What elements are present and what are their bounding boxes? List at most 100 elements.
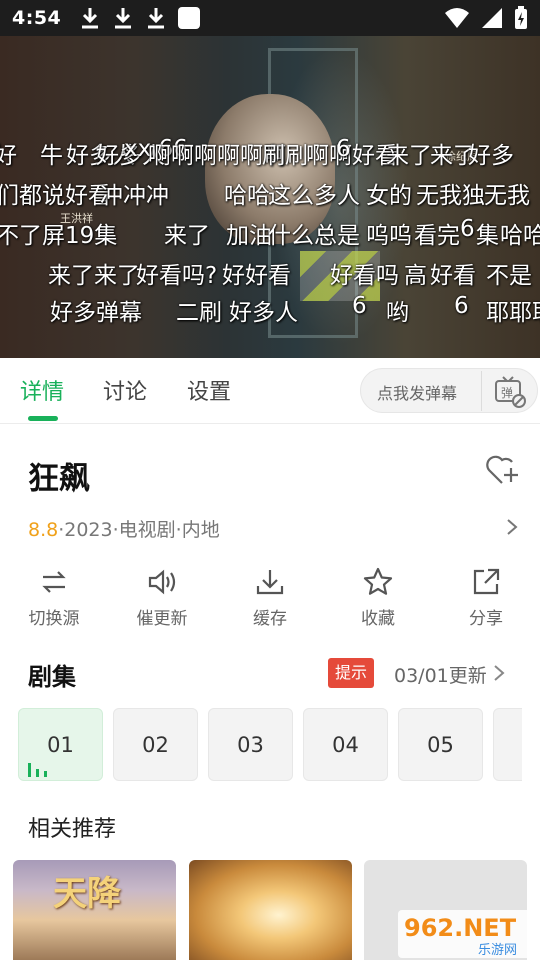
request-update-button[interactable]: 催更新 [122, 562, 202, 629]
episode-item[interactable]: 01 [18, 708, 103, 781]
danmaku-comment: 这么多人 [268, 183, 360, 209]
action-label: 收藏 [361, 609, 395, 629]
danmaku-comment: 无我 [484, 183, 530, 209]
chevron-right-icon[interactable] [492, 663, 506, 683]
danmaku-comment: 好 [0, 143, 17, 169]
danmaku-comment: 们都说好看 [0, 183, 111, 209]
show-score: 8.8 [28, 519, 59, 541]
episode-item[interactable]: 03 [208, 708, 293, 781]
danmaku-comment: 哟 [386, 300, 409, 326]
site-watermark-logo: 962.NET 乐游网 [398, 910, 534, 958]
show-meta[interactable]: 8.8·2023·电视剧·内地 [28, 515, 220, 542]
danmaku-comment: 好看 [430, 263, 476, 289]
status-time: 4:54 [12, 7, 62, 29]
download-notification-icon [115, 8, 132, 29]
danmaku-comment: 6 [336, 136, 351, 162]
episode-item[interactable] [493, 708, 522, 781]
danmaku-comment: 无我独 [416, 183, 485, 209]
download-notification-icon [82, 8, 99, 29]
tab-settings[interactable]: 设置 [187, 374, 231, 406]
danmaku-comment: 好多弹幕 [50, 300, 142, 326]
hint-badge[interactable]: 提示 [328, 658, 374, 688]
related-card[interactable] [189, 860, 352, 960]
tab-discussion[interactable]: 讨论 [103, 374, 147, 406]
star-icon [363, 567, 393, 595]
heart-plus-icon[interactable] [484, 452, 520, 486]
watermark-subtext: 乐游网 [478, 943, 517, 958]
signal-icon [482, 8, 502, 28]
episode-number: 05 [427, 733, 454, 757]
share-button[interactable]: 分享 [446, 562, 526, 629]
action-label: 切换源 [28, 609, 80, 629]
danmaku-comment: 集 [476, 223, 499, 249]
danmaku-comment: 不是 [486, 263, 532, 289]
switch-source-icon [42, 571, 66, 593]
danmaku-comment: 冲冲冲 [100, 183, 169, 209]
danmaku-comment: 耶耶耶 [486, 300, 540, 326]
danmaku-comment: 好好看 [222, 263, 291, 289]
action-bar: 切换源 催更新 缓存 收藏 分享 [0, 562, 540, 640]
divider [481, 371, 482, 411]
episodes-heading: 剧集 [28, 663, 76, 691]
danmaku-comment: 不了屏19集 [0, 223, 118, 249]
watermark-text: 962.NET [404, 914, 517, 942]
danmaku-comment: 呜呜 [366, 223, 412, 249]
danmaku-comment: 看完 [414, 223, 460, 249]
detail-tabs: 详情 讨论 设置 点我发弹幕 弹 [0, 358, 540, 424]
episode-number: 04 [332, 733, 359, 757]
danmaku-comment: 牛 [40, 143, 63, 169]
switch-source-button[interactable]: 切换源 [14, 562, 94, 629]
danmaku-comment: 来了 [164, 223, 210, 249]
action-label: 催更新 [136, 609, 188, 629]
episode-item[interactable]: 04 [303, 708, 388, 781]
app-notification-icon [178, 7, 201, 29]
status-indicators [444, 6, 528, 30]
danmaku-comment: 6 [454, 293, 469, 319]
update-info[interactable]: 03/01更新 [394, 661, 487, 688]
status-bar: 4:54 [0, 0, 540, 36]
episode-number: 03 [237, 733, 264, 757]
episode-item[interactable]: 02 [113, 708, 198, 781]
related-card-art: 天降 [53, 874, 121, 914]
active-tab-indicator [28, 416, 58, 421]
episode-list: 01 02 03 04 05 [0, 707, 522, 783]
action-label: 缓存 [253, 609, 287, 629]
danmaku-comment: 刷刷 [262, 143, 308, 169]
related-heading: 相关推荐 [28, 817, 117, 842]
danmaku-comment: 来了来了 [48, 263, 140, 289]
episode-item[interactable]: 05 [398, 708, 483, 781]
danmaku-comment: 哈哈 [500, 223, 540, 249]
danmaku-comment: 6 [352, 293, 367, 319]
danmaku-comment: 加油 [226, 223, 272, 249]
danmaku-input-pill: 点我发弹幕 弹 [360, 368, 538, 413]
danmaku-comment: 好多 [468, 143, 514, 169]
cache-button[interactable]: 缓存 [230, 562, 310, 629]
danmaku-comment: 什么总是 [268, 223, 360, 249]
show-meta-text: ·2023·电视剧·内地 [58, 519, 220, 541]
chevron-right-icon[interactable] [504, 517, 520, 537]
related-card[interactable]: 天降 [13, 860, 176, 960]
episode-number: 01 [47, 733, 74, 757]
danmaku-toggle-icon[interactable]: 弹 [493, 375, 527, 409]
battery-icon [515, 6, 527, 29]
danmaku-comment: 二刷 [176, 300, 222, 326]
danmaku-comment: 高 [404, 263, 427, 289]
danmaku-comment: 哈哈 [224, 183, 270, 209]
favorite-button[interactable]: 收藏 [338, 562, 418, 629]
show-title: 狂飙 [28, 461, 90, 497]
danmaku-comment: 好多人 [229, 300, 298, 326]
danmaku-comment: 6 [460, 216, 475, 242]
wifi-icon [445, 8, 469, 28]
danmaku-comment: 好看吗 [330, 263, 399, 289]
download-notification-icon [148, 8, 165, 29]
danmaku-send-button[interactable]: 点我发弹幕 [377, 380, 457, 404]
danmaku-comment: 好看吗? [136, 263, 218, 289]
share-icon [473, 568, 500, 595]
speaker-icon [148, 569, 176, 595]
action-label: 分享 [469, 609, 503, 629]
tab-details[interactable]: 详情 [20, 374, 64, 406]
video-player[interactable]: 王洪祥 徐纪周 好 牛 好多人 好多人 xx 66 啊啊啊啊啊啊 刷刷 啊啊 6… [0, 36, 540, 358]
episode-number: 02 [142, 733, 169, 757]
download-icon [256, 570, 284, 595]
danmaku-comment: 来了 [386, 143, 432, 169]
